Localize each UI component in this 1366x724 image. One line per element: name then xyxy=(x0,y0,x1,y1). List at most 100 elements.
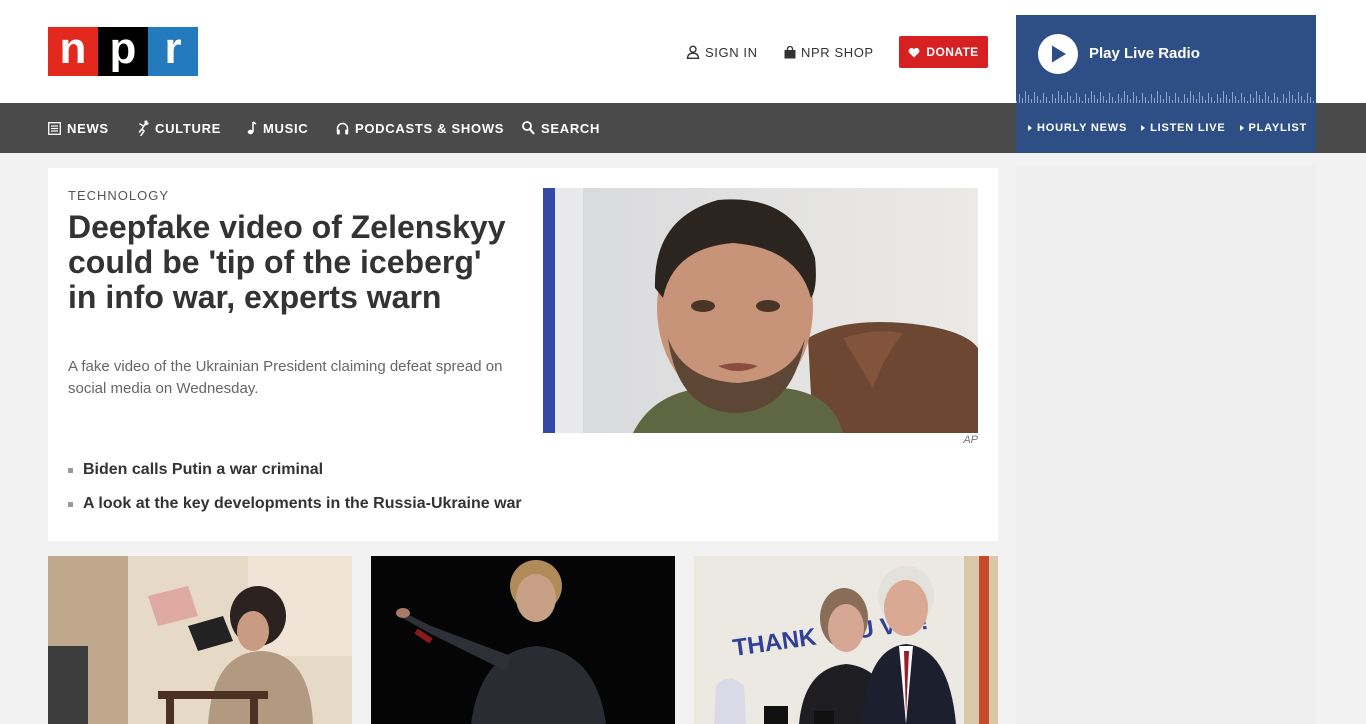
wave-tick xyxy=(1157,91,1158,103)
music-note-icon xyxy=(247,121,257,135)
hourly-news-link[interactable]: HOURLY NEWS xyxy=(1028,122,1127,134)
nav-label-music: MUSIC xyxy=(263,120,309,136)
bullet-square-icon xyxy=(68,501,73,507)
play-triangle-icon xyxy=(1028,125,1032,131)
headphones-icon xyxy=(336,122,349,134)
search-icon xyxy=(522,121,535,135)
wave-tick xyxy=(1301,96,1302,103)
listen-live-label: LISTEN LIVE xyxy=(1150,122,1226,134)
wave-tick xyxy=(1142,93,1143,103)
wave-tick xyxy=(1259,95,1260,103)
nav-item-culture[interactable]: CULTURE xyxy=(138,103,221,153)
wave-tick xyxy=(1118,94,1119,103)
nav-label-news: NEWS xyxy=(67,120,109,136)
wave-tick xyxy=(1103,96,1104,103)
wave-tick xyxy=(1160,95,1161,103)
wave-tick xyxy=(1307,93,1308,103)
playlist-label: PLAYLIST xyxy=(1248,122,1308,134)
play-icon xyxy=(1052,45,1066,63)
wave-tick xyxy=(1043,93,1044,103)
wave-tick xyxy=(1019,94,1020,103)
wave-tick xyxy=(1217,94,1218,103)
wave-tick xyxy=(1169,96,1170,103)
play-triangle-icon xyxy=(1141,125,1146,131)
npr-logo[interactable]: n p r xyxy=(48,26,198,76)
wave-tick xyxy=(1268,96,1269,103)
wave-tick xyxy=(1100,92,1101,103)
woman-pointing-photo xyxy=(371,556,675,724)
wave-tick xyxy=(1250,94,1251,103)
newspaper-icon xyxy=(48,121,61,135)
wave-tick xyxy=(1052,94,1053,103)
logo-letter-n: n xyxy=(48,26,98,76)
featured-story: TECHNOLOGY Deepfake video of Zelenskyy c… xyxy=(48,168,998,541)
wave-tick xyxy=(1193,95,1194,103)
story-slug[interactable]: TECHNOLOGY xyxy=(68,188,169,203)
wave-tick xyxy=(1256,91,1257,103)
story-teaser: A fake video of the Ukrainian President … xyxy=(68,358,503,397)
story-card[interactable] xyxy=(371,556,675,724)
play-live-radio-button[interactable] xyxy=(1038,34,1078,74)
sign-in-label: SIGN IN xyxy=(705,44,758,60)
story-headline[interactable]: Deepfake video of Zelenskyy could be 'ti… xyxy=(68,210,518,315)
wave-tick xyxy=(1223,91,1224,103)
nav-label-culture: CULTURE xyxy=(155,120,222,136)
wave-tick xyxy=(1091,91,1092,103)
related-link[interactable]: A look at the key developments in the Ru… xyxy=(68,495,968,513)
wave-tick xyxy=(1289,91,1290,103)
nav-label-podcasts-shows: PODCASTS & SHOWS xyxy=(355,120,505,136)
listen-live-link[interactable]: LISTEN LIVE xyxy=(1141,122,1225,134)
wave-tick xyxy=(1076,93,1077,103)
related-link-label: A look at the key developments in the Ru… xyxy=(83,495,522,512)
logo-letter-r: r xyxy=(148,26,198,76)
play-live-radio-label[interactable]: Play Live Radio xyxy=(1089,45,1200,62)
dancer-icon xyxy=(138,120,149,136)
wave-tick xyxy=(1199,92,1200,103)
story-image[interactable] xyxy=(543,188,978,433)
play-triangle-icon xyxy=(1239,125,1244,131)
wave-tick xyxy=(1151,94,1152,103)
radio-links: HOURLY NEWS LISTEN LIVE PLAYLIST xyxy=(1016,103,1316,153)
user-icon xyxy=(686,45,700,59)
npr-shop-link[interactable]: NPR SHOP xyxy=(784,36,874,68)
wave-tick xyxy=(1058,91,1059,103)
nav-item-music[interactable]: MUSIC xyxy=(247,103,308,153)
image-credit: AP xyxy=(963,434,978,446)
nav-item-search[interactable]: SEARCH xyxy=(522,103,600,153)
wave-tick xyxy=(1226,95,1227,103)
bullet-square-icon xyxy=(68,467,73,473)
wave-tick xyxy=(1025,91,1026,103)
wave-tick xyxy=(1061,95,1062,103)
sign-in-link[interactable]: SIGN IN xyxy=(686,36,758,68)
wave-tick xyxy=(1298,92,1299,103)
wave-tick xyxy=(1070,96,1071,103)
wave-tick xyxy=(1184,94,1185,103)
story-card[interactable]: THANK YOU VIC! xyxy=(694,556,998,724)
woman-at-table-photo xyxy=(48,556,352,724)
wave-tick xyxy=(1190,91,1191,103)
wave-tick xyxy=(1037,96,1038,103)
wave-tick xyxy=(1265,92,1266,103)
wave-tick xyxy=(1202,96,1203,103)
story-card[interactable] xyxy=(48,556,352,724)
live-radio-widget: Play Live Radio HOURLY NEWS LISTEN LIVE … xyxy=(1016,15,1316,153)
playlist-link[interactable]: PLAYLIST xyxy=(1239,122,1308,134)
nav-label-search: SEARCH xyxy=(541,120,601,136)
press-conference-photo: THANK YOU VIC! xyxy=(694,556,998,724)
related-link[interactable]: Biden calls Putin a war criminal xyxy=(68,461,968,479)
wave-tick xyxy=(1166,92,1167,103)
donate-button[interactable]: DONATE xyxy=(899,36,988,68)
nav-item-podcasts-shows[interactable]: PODCASTS & SHOWS xyxy=(336,103,504,153)
wave-tick xyxy=(1067,92,1068,103)
wave-tick xyxy=(1241,93,1242,103)
sidebar-ad-placeholder xyxy=(1016,165,1316,724)
hourly-news-label: HOURLY NEWS xyxy=(1037,122,1128,134)
donate-label: DONATE xyxy=(926,45,979,59)
shopping-bag-icon xyxy=(784,45,796,58)
wave-tick xyxy=(1235,96,1236,103)
nav-item-news[interactable]: NEWS xyxy=(48,103,109,153)
wave-tick xyxy=(1136,96,1137,103)
wave-tick xyxy=(1292,95,1293,103)
zelenskyy-photo xyxy=(543,188,978,433)
wave-tick xyxy=(1232,92,1233,103)
